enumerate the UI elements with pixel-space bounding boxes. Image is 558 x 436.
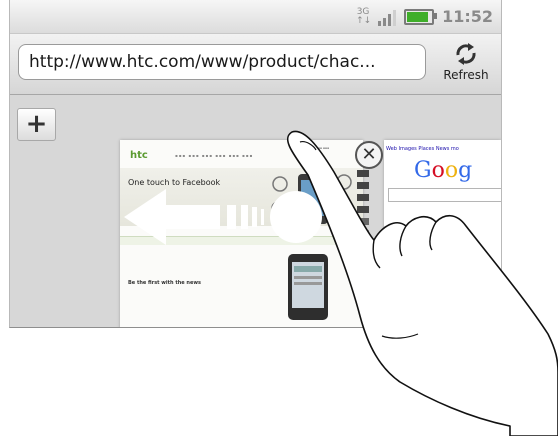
refresh-icon bbox=[456, 43, 476, 65]
htc-top-links: ▪▪▪ ▪▪▪ bbox=[315, 146, 329, 150]
google-logo-letters: Goog bbox=[414, 158, 472, 183]
google-logo: Goog bbox=[414, 158, 472, 183]
url-field[interactable]: http://www.htc.com/www/product/chac... bbox=[18, 44, 426, 80]
signal-bar bbox=[383, 17, 387, 26]
clock: 11:52 bbox=[442, 7, 493, 26]
htc-logo: htc bbox=[130, 150, 148, 161]
google-logo-letter: o bbox=[444, 158, 459, 183]
signal-bar bbox=[388, 13, 392, 26]
htc-nav-links: ▪▪▪ ▪▪▪ ▪▪▪ ▪▪▪ ▪▪▪ ▪▪▪ bbox=[175, 153, 254, 158]
battery-icon bbox=[404, 8, 438, 25]
tab-manager: + htc ▪▪▪ ▪▪▪ ▪▪▪ ▪▪▪ ▪▪▪ ▪▪▪ ▪▪▪ ▪▪▪ On… bbox=[10, 95, 501, 327]
signal-strength-icon bbox=[378, 8, 397, 26]
new-tab-button[interactable]: + bbox=[17, 108, 56, 141]
signal-bar bbox=[378, 20, 382, 26]
google-search-box bbox=[388, 188, 501, 202]
htc-phone-image-2 bbox=[288, 254, 328, 320]
refresh-label: Refresh bbox=[443, 68, 489, 82]
google-logo-letter: g bbox=[458, 158, 473, 183]
status-bar: 3G ↑↓ 11:52 bbox=[10, 0, 501, 34]
tab-thumbnail-google[interactable]: Web Images Places News mo Goog bbox=[384, 140, 501, 327]
google-logo-letter: o bbox=[431, 158, 445, 183]
signal-bar bbox=[393, 9, 397, 26]
network-3g-icon: 3G ↑↓ bbox=[356, 7, 372, 26]
google-logo-letter: G bbox=[414, 158, 432, 183]
status-icons: 3G ↑↓ 11:52 bbox=[356, 0, 501, 33]
htc-footer-headline: Be the first with the news bbox=[128, 280, 201, 286]
battery-level-fill bbox=[407, 11, 428, 22]
network-arrows: ↑↓ bbox=[356, 15, 372, 26]
google-links: Web Images Places News mo bbox=[386, 146, 459, 152]
browser-window: 3G ↑↓ 11:52 http://www.htc.com/www/produ… bbox=[9, 0, 502, 328]
refresh-button[interactable]: Refresh bbox=[438, 38, 494, 90]
swipe-left-arrow-icon bbox=[124, 189, 322, 245]
url-bar: http://www.htc.com/www/product/chac... R… bbox=[10, 34, 501, 95]
close-tab-button[interactable]: ✕ bbox=[355, 141, 383, 169]
